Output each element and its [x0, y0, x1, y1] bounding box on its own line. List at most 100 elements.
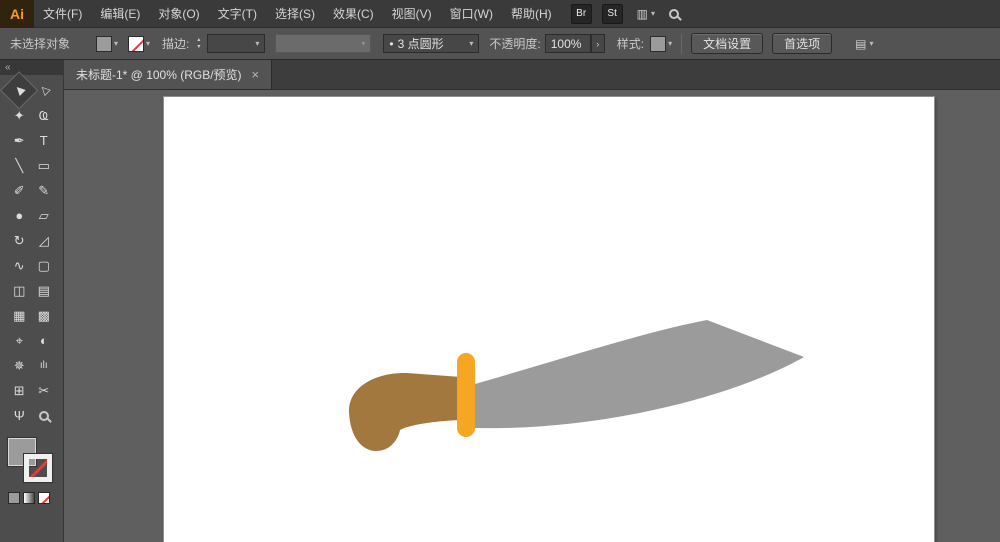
blend-tool[interactable]: ◐: [32, 328, 57, 353]
color-mode-button[interactable]: [8, 492, 20, 504]
tools-panel: « ▶ ▷ ✦ Ҩ ✒ T ╲ ▭ ✐ ✎ ● ▱ ↻ ◿ ∿ ▢ ◫ ▤: [0, 60, 64, 542]
symbol-sprayer-tool[interactable]: ✵: [7, 353, 32, 378]
document-area: 未标题-1* @ 100% (RGB/预览) ×: [64, 60, 1000, 542]
stroke-weight-stepper[interactable]: ▴ ▾: [193, 37, 204, 51]
close-icon[interactable]: ×: [252, 67, 260, 82]
opacity-panel-button[interactable]: ›: [591, 34, 605, 53]
document-tab[interactable]: 未标题-1* @ 100% (RGB/预览) ×: [64, 60, 272, 89]
menu-help[interactable]: 帮助(H): [502, 0, 561, 27]
panel-flyout-control[interactable]: ▤ ▾: [855, 37, 873, 51]
menu-edit[interactable]: 编辑(E): [91, 0, 149, 27]
rotate-tool[interactable]: ↻: [7, 228, 32, 253]
stroke-weight-label: 描边:: [162, 35, 189, 52]
paint-mode-buttons: [8, 492, 63, 504]
eyedropper-tool[interactable]: ⌖: [7, 328, 32, 353]
none-slash-icon: [26, 454, 52, 482]
stroke-weight-select[interactable]: ▾: [207, 34, 265, 53]
fill-color-control[interactable]: ▾: [96, 36, 118, 52]
chevron-down-icon: ▾: [668, 39, 672, 48]
zoom-tool[interactable]: [32, 403, 57, 428]
style-swatch: [650, 36, 666, 52]
paintbrush-tool[interactable]: ✐: [7, 178, 32, 203]
chevron-down-icon: ▾: [255, 39, 259, 48]
none-mode-button[interactable]: [38, 492, 50, 504]
opacity-input[interactable]: 100%: [545, 34, 591, 53]
canvas-pasteboard[interactable]: [64, 90, 1000, 542]
bridge-button[interactable]: Br: [571, 4, 592, 24]
chevron-down-icon: ▾: [469, 39, 473, 48]
slice-tool[interactable]: ✂: [32, 378, 57, 403]
workspace-switcher[interactable]: ▥ ▾: [637, 7, 655, 21]
cs-live-icon[interactable]: [669, 9, 679, 19]
control-bar: 未选择对象 ▾ ▾ 描边: ▴ ▾ ▾ ▾ • 3 点圆形 ▾ 不透明度: 10…: [0, 28, 1000, 60]
sword-blade[interactable]: [475, 320, 804, 428]
chevron-down-icon: ▾: [651, 9, 655, 18]
document-tabbar: 未标题-1* @ 100% (RGB/预览) ×: [64, 60, 1000, 90]
tools-collapse-button[interactable]: «: [0, 60, 63, 75]
brush-select[interactable]: • 3 点圆形 ▾: [383, 34, 479, 53]
eraser-tool[interactable]: ▱: [32, 203, 57, 228]
menu-window[interactable]: 窗口(W): [441, 0, 502, 27]
perspective-grid-tool[interactable]: ▤: [32, 278, 57, 303]
pencil-tool[interactable]: ✎: [32, 178, 57, 203]
color-proxies: [8, 438, 54, 484]
width-tool[interactable]: ∿: [7, 253, 32, 278]
stroke-proxy[interactable]: [24, 454, 52, 482]
artboard[interactable]: [164, 97, 934, 542]
menu-view[interactable]: 视图(V): [383, 0, 441, 27]
workspace-icon: ▥: [637, 7, 648, 21]
artboard-tool[interactable]: ⊞: [7, 378, 32, 403]
workspace: « ▶ ▷ ✦ Ҩ ✒ T ╲ ▭ ✐ ✎ ● ▱ ↻ ◿ ∿ ▢ ◫ ▤: [0, 60, 1000, 542]
pen-tool[interactable]: ✒: [7, 128, 32, 153]
chevron-down-icon: ▾: [869, 39, 873, 48]
menu-type[interactable]: 文字(T): [209, 0, 266, 27]
artwork-scimitar[interactable]: [164, 97, 934, 542]
document-title: 未标题-1* @ 100% (RGB/预览): [76, 66, 242, 83]
scale-tool[interactable]: ◿: [32, 228, 57, 253]
gradient-tool[interactable]: ▩: [32, 303, 57, 328]
menubar: Ai 文件(F) 编辑(E) 对象(O) 文字(T) 选择(S) 效果(C) 视…: [0, 0, 1000, 28]
panel-flyout-icon: ▤: [855, 37, 866, 51]
brush-preview-icon: •: [389, 37, 393, 51]
blob-brush-tool[interactable]: ●: [7, 203, 32, 228]
column-graph-tool[interactable]: ılı: [32, 353, 57, 378]
gradient-mode-button[interactable]: [23, 492, 35, 504]
free-transform-tool[interactable]: ▢: [32, 253, 57, 278]
spinner-down-icon[interactable]: ▾: [193, 44, 204, 51]
style-label: 样式:: [617, 35, 644, 52]
app-logo[interactable]: Ai: [0, 0, 34, 28]
menu-select[interactable]: 选择(S): [266, 0, 324, 27]
rectangle-tool[interactable]: ▭: [32, 153, 57, 178]
magnifier-icon: [669, 9, 679, 19]
shape-builder-tool[interactable]: ◫: [7, 278, 32, 303]
illustrator-app: Ai 文件(F) 编辑(E) 对象(O) 文字(T) 选择(S) 效果(C) 视…: [0, 0, 1000, 542]
hand-tool[interactable]: Ψ: [7, 403, 32, 428]
brush-name: 3 点圆形: [398, 35, 444, 52]
collapse-icon: «: [5, 62, 10, 73]
opacity-value: 100%: [551, 37, 582, 51]
style-select[interactable]: ▾: [650, 36, 672, 52]
chevron-down-icon: ▾: [361, 39, 365, 48]
menu-effect[interactable]: 效果(C): [324, 0, 383, 27]
mesh-tool[interactable]: ▦: [7, 303, 32, 328]
sword-guard[interactable]: [457, 353, 475, 437]
preferences-button[interactable]: 首选项: [772, 33, 832, 54]
menu-file[interactable]: 文件(F): [34, 0, 91, 27]
menu-object[interactable]: 对象(O): [149, 0, 208, 27]
zoom-icon: [39, 411, 49, 421]
chevron-down-icon: ▾: [146, 39, 150, 48]
stroke-none-swatch: [128, 36, 144, 52]
separator: [681, 34, 682, 54]
stroke-color-control[interactable]: ▾: [128, 36, 150, 52]
opacity-label: 不透明度:: [489, 35, 540, 52]
line-segment-tool[interactable]: ╲: [7, 153, 32, 178]
tools-grid: ▶ ▷ ✦ Ҩ ✒ T ╲ ▭ ✐ ✎ ● ▱ ↻ ◿ ∿ ▢ ◫ ▤ ▦ ▩: [0, 75, 63, 428]
fill-swatch: [96, 36, 112, 52]
document-setup-button[interactable]: 文档设置: [691, 33, 763, 54]
type-tool[interactable]: T: [32, 128, 57, 153]
sword-handle[interactable]: [349, 373, 461, 451]
selection-status: 未选择对象: [10, 35, 70, 52]
spinner-up-icon[interactable]: ▴: [193, 37, 204, 44]
st-button[interactable]: St: [602, 4, 623, 24]
width-profile-select: ▾: [275, 34, 371, 53]
